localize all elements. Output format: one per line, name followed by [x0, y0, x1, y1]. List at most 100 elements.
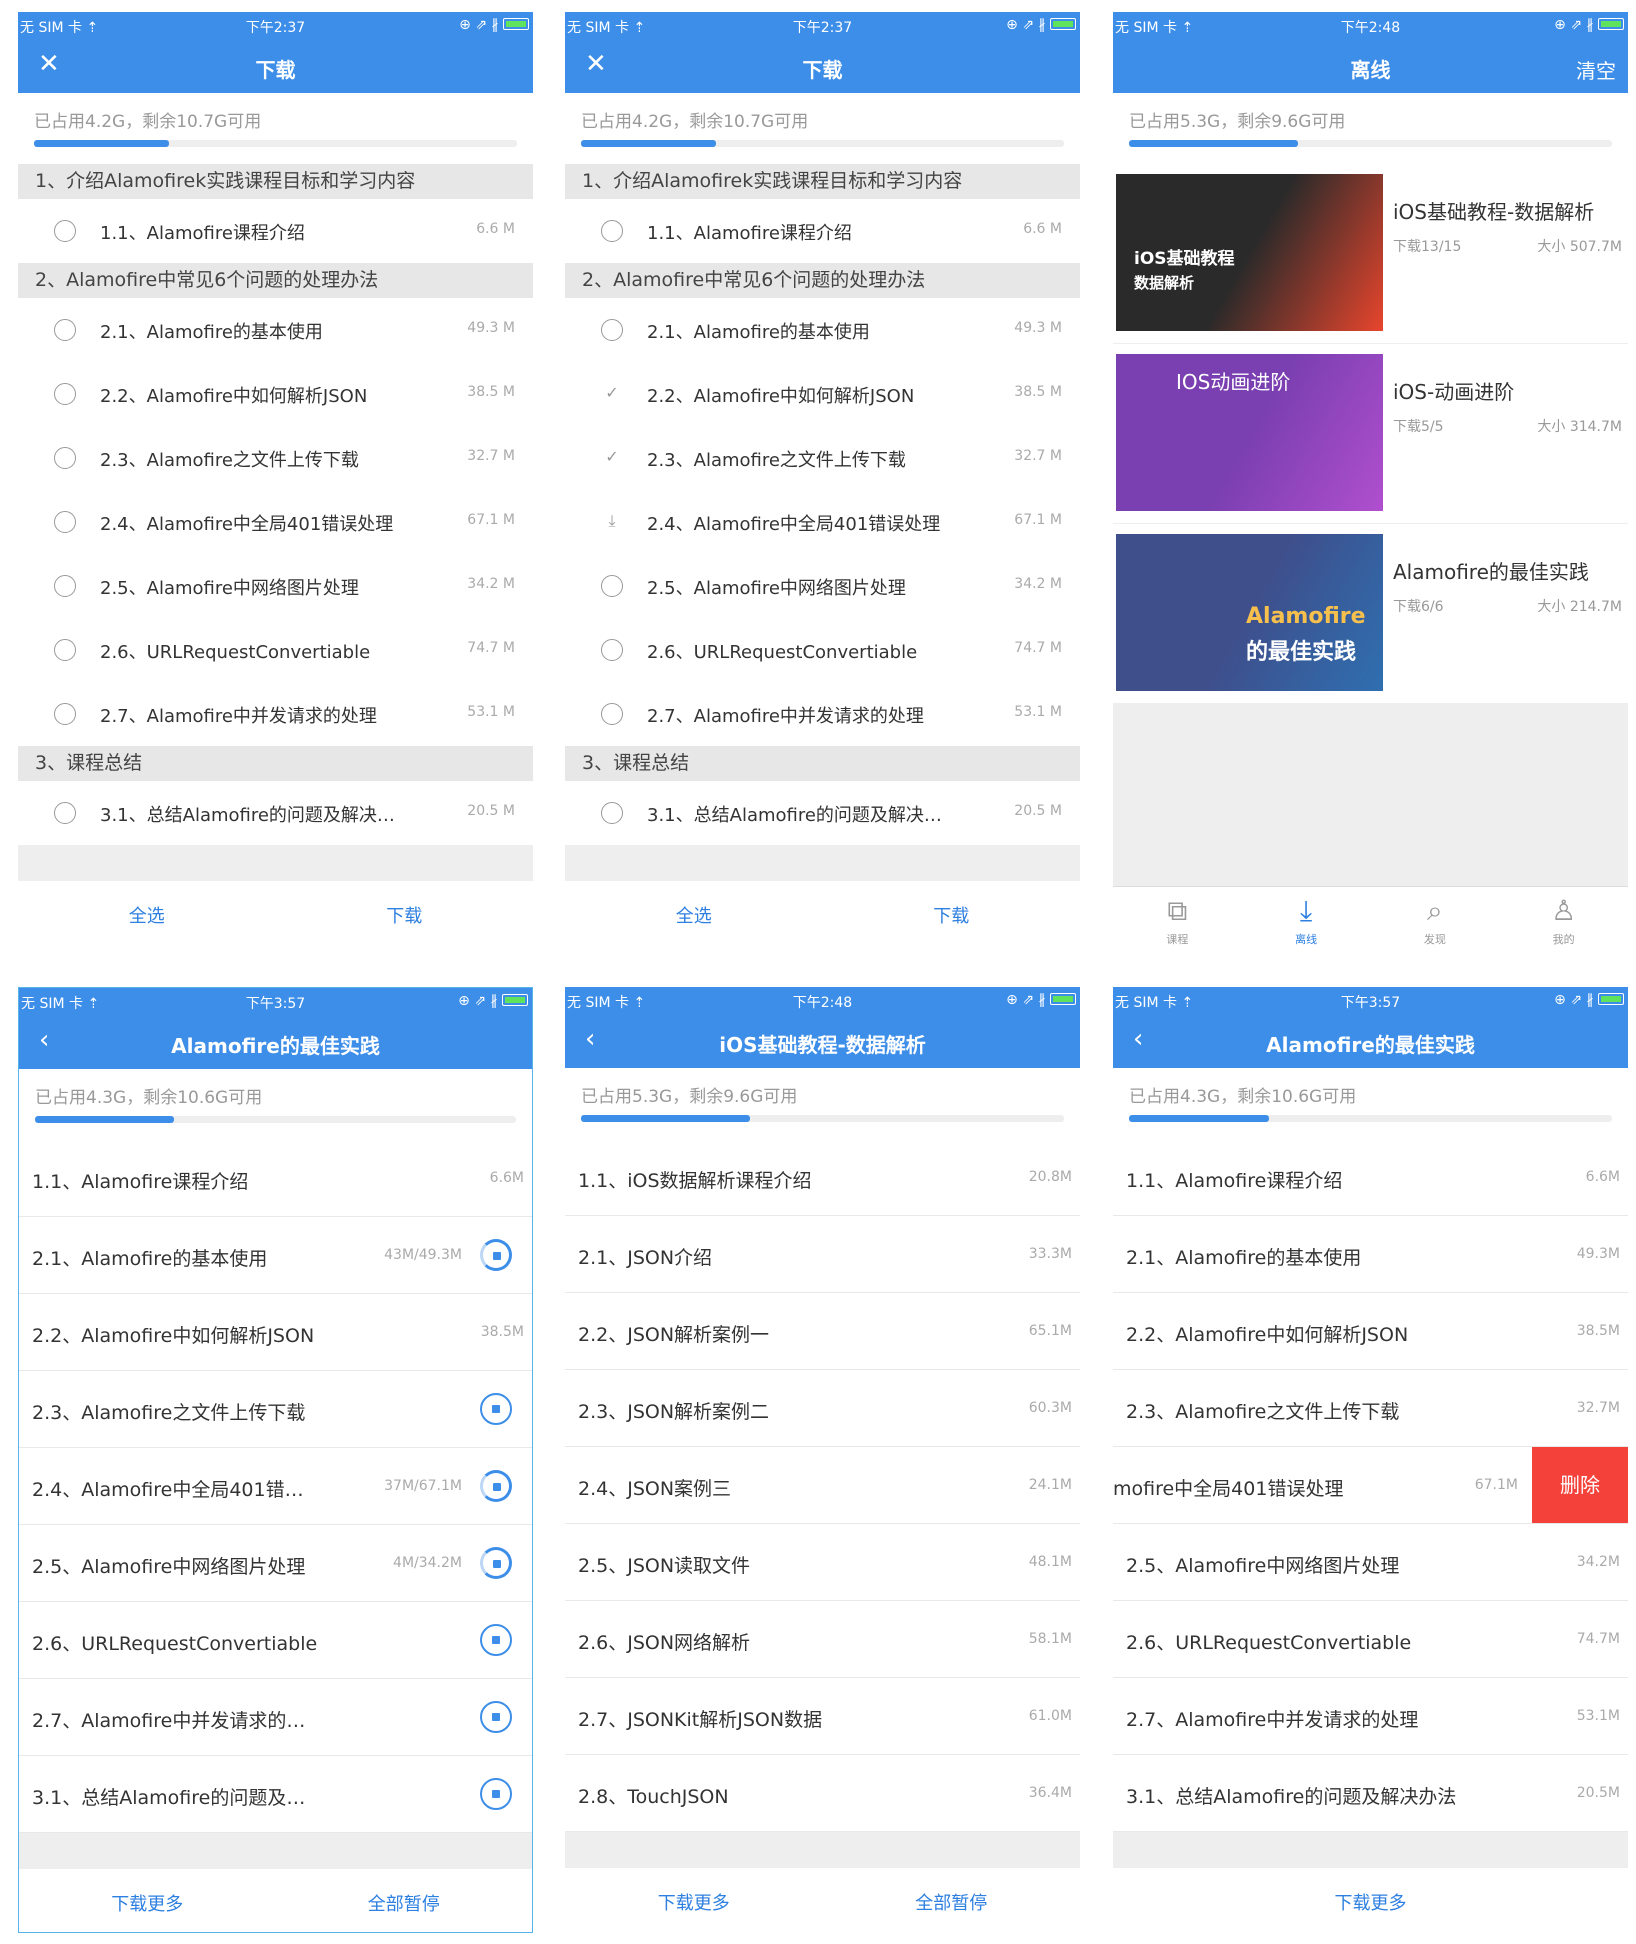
lesson-row[interactable]: 2.2、Alamofire中如何解析JSON 38.5 M: [18, 362, 533, 426]
tab-item[interactable]: ⤓ 离线: [1242, 887, 1371, 952]
lesson-row[interactable]: 2.1、JSON介绍 33.3M: [565, 1216, 1080, 1293]
status-icons: ⊕ ⇗ ∦: [1554, 17, 1624, 33]
lesson-row[interactable]: 2.7、Alamofire中并发请求的…: [19, 1679, 532, 1756]
tab-item[interactable]: ♙ 我的: [1499, 887, 1628, 952]
pause-all-button[interactable]: 全部暂停: [915, 1889, 987, 1915]
select-circle-icon[interactable]: [54, 447, 76, 469]
select-circle-icon[interactable]: [54, 575, 76, 597]
select-circle-icon[interactable]: [601, 575, 623, 597]
select-circle-icon[interactable]: [54, 511, 76, 533]
select-circle-icon[interactable]: [54, 802, 76, 824]
lesson-row[interactable]: 3.1、总结Alamofire的问题及解决… 20.5 M: [18, 781, 533, 845]
lesson-row[interactable]: 2.1、Alamofire的基本使用 43M/49.3M: [19, 1217, 532, 1294]
lesson-size: 38.5M: [480, 1324, 524, 1340]
lesson-size: 20.5M: [1576, 1785, 1620, 1801]
lesson-row[interactable]: 2.4、JSON案例三 24.1M: [565, 1447, 1080, 1524]
close-icon[interactable]: ✕: [585, 50, 607, 78]
lesson-row[interactable]: mofire中全局401错误处理 67.1M 删除: [1113, 1447, 1628, 1524]
lesson-row[interactable]: 2.8、TouchJSON 36.4M: [565, 1755, 1080, 1832]
select-all-button[interactable]: 全选: [129, 902, 165, 928]
lesson-row[interactable]: 1.1、Alamofire课程介绍 6.6 M: [18, 199, 533, 263]
status-time: 下午2:37: [245, 20, 306, 36]
lesson-row[interactable]: 2.5、JSON读取文件 48.1M: [565, 1524, 1080, 1601]
lesson-row[interactable]: 2.3、Alamofire之文件上传下载 32.7 M: [18, 426, 533, 490]
lesson-row[interactable]: 1.1、Alamofire课程介绍 6.6M: [19, 1140, 532, 1217]
select-circle-icon[interactable]: [54, 319, 76, 341]
lesson-row[interactable]: 2.3、Alamofire之文件上传下载: [19, 1371, 532, 1448]
lesson-row[interactable]: 1.1、Alamofire课程介绍 6.6 M: [565, 199, 1080, 263]
lesson-row[interactable]: 2.7、Alamofire中并发请求的处理 53.1M: [1113, 1678, 1628, 1755]
lesson-row[interactable]: 2.7、JSONKit解析JSON数据 61.0M: [565, 1678, 1080, 1755]
select-circle-icon[interactable]: [601, 639, 623, 661]
lesson-row[interactable]: 2.2、Alamofire中如何解析JSON 38.5M: [1113, 1293, 1628, 1370]
lesson-row[interactable]: 2.1、Alamofire的基本使用 49.3 M: [18, 298, 533, 362]
lesson-row[interactable]: 2.2、Alamofire中如何解析JSON 38.5M: [19, 1294, 532, 1371]
download-more-button[interactable]: 下载更多: [1335, 1889, 1407, 1915]
stop-download-icon[interactable]: [480, 1547, 512, 1579]
lesson-row[interactable]: 2.7、Alamofire中并发请求的处理 53.1 M: [18, 682, 533, 746]
lesson-title: 2.7、Alamofire中并发请求的处理: [1126, 1709, 1419, 1731]
downloading-arrow-icon[interactable]: ⤓: [601, 511, 623, 533]
lesson-row[interactable]: 2.1、Alamofire的基本使用 49.3 M: [565, 298, 1080, 362]
course-card[interactable]: Alamofire 的最佳实践 Alamofire的最佳实践 下载6/6 大小 214.…: [1113, 524, 1628, 704]
back-chevron-icon[interactable]: ‹: [585, 1025, 595, 1053]
lesson-row[interactable]: 2.6、URLRequestConvertiable 74.7M: [1113, 1601, 1628, 1678]
clear-button[interactable]: 清空: [1576, 55, 1616, 84]
nav-bar: 无 SIM 卡 ⇡ 下午3:57 ⊕ ⇗ ∦ ‹ Alamofire的最佳实践: [1113, 987, 1628, 1068]
tab-item[interactable]: ⧉ 课程: [1113, 887, 1242, 952]
stop-download-icon[interactable]: [480, 1470, 512, 1502]
stop-download-icon[interactable]: [480, 1393, 512, 1425]
download-more-button[interactable]: 下载更多: [658, 1889, 730, 1915]
lesson-row[interactable]: 2.5、Alamofire中网络图片处理 34.2M: [1113, 1524, 1628, 1601]
lesson-row[interactable]: 2.4、Alamofire中全局401错误处理 67.1 M: [18, 490, 533, 554]
stop-download-icon[interactable]: [480, 1701, 512, 1733]
back-chevron-icon[interactable]: ‹: [1133, 1025, 1143, 1053]
lesson-row[interactable]: 1.1、Alamofire课程介绍 6.6M: [1113, 1139, 1628, 1216]
lesson-row[interactable]: 2.3、Alamofire之文件上传下载 32.7M: [1113, 1370, 1628, 1447]
close-icon[interactable]: ✕: [38, 50, 60, 78]
download-button[interactable]: 下载: [933, 902, 969, 928]
lesson-row[interactable]: 2.6、URLRequestConvertiable: [19, 1602, 532, 1679]
pause-all-button[interactable]: 全部暂停: [368, 1890, 440, 1916]
checkmark-icon[interactable]: ✓: [601, 383, 623, 405]
lesson-title: 2.6、JSON网络解析: [578, 1632, 751, 1654]
back-chevron-icon[interactable]: ‹: [39, 1026, 49, 1054]
lesson-row[interactable]: ⤓ 2.4、Alamofire中全局401错误处理 67.1 M: [565, 490, 1080, 554]
lesson-row[interactable]: 2.6、JSON网络解析 58.1M: [565, 1601, 1080, 1678]
select-circle-icon[interactable]: [601, 220, 623, 242]
stop-download-icon[interactable]: [480, 1239, 512, 1271]
lesson-row[interactable]: 2.4、Alamofire中全局401错… 37M/67.1M: [19, 1448, 532, 1525]
tab-item[interactable]: ⌕ 发现: [1371, 887, 1500, 952]
select-circle-icon[interactable]: [601, 703, 623, 725]
lesson-row[interactable]: 2.5、Alamofire中网络图片处理 34.2 M: [18, 554, 533, 618]
delete-button[interactable]: 删除: [1532, 1447, 1628, 1523]
select-all-button[interactable]: 全选: [676, 902, 712, 928]
lesson-row[interactable]: 2.1、Alamofire的基本使用 49.3M: [1113, 1216, 1628, 1293]
lesson-row[interactable]: 2.5、Alamofire中网络图片处理 4M/34.2M: [19, 1525, 532, 1602]
lesson-row[interactable]: 1.1、iOS数据解析课程介绍 20.8M: [565, 1139, 1080, 1216]
download-more-button[interactable]: 下载更多: [111, 1890, 183, 1916]
lesson-row[interactable]: 3.1、总结Alamofire的问题及解决办法 20.5M: [1113, 1755, 1628, 1832]
lesson-row[interactable]: 2.6、URLRequestConvertiable 74.7 M: [18, 618, 533, 682]
select-circle-icon[interactable]: [601, 802, 623, 824]
course-card[interactable]: iOS基础教程 数据解析 iOS基础教程-数据解析 下载13/15 大小 507.7M: [1113, 164, 1628, 344]
lesson-row[interactable]: 2.6、URLRequestConvertiable 74.7 M: [565, 618, 1080, 682]
lesson-row[interactable]: 3.1、总结Alamofire的问题及…: [19, 1756, 532, 1833]
select-circle-icon[interactable]: [54, 703, 76, 725]
stop-download-icon[interactable]: [480, 1778, 512, 1810]
select-circle-icon[interactable]: [54, 220, 76, 242]
select-circle-icon[interactable]: [601, 319, 623, 341]
lesson-row[interactable]: 2.2、JSON解析案例一 65.1M: [565, 1293, 1080, 1370]
lesson-row[interactable]: 2.5、Alamofire中网络图片处理 34.2 M: [565, 554, 1080, 618]
lesson-row[interactable]: 3.1、总结Alamofire的问题及解决… 20.5 M: [565, 781, 1080, 845]
checkmark-icon[interactable]: ✓: [601, 447, 623, 469]
lesson-row[interactable]: 2.7、Alamofire中并发请求的处理 53.1 M: [565, 682, 1080, 746]
download-button[interactable]: 下载: [386, 902, 422, 928]
lesson-row[interactable]: ✓ 2.2、Alamofire中如何解析JSON 38.5 M: [565, 362, 1080, 426]
lesson-row[interactable]: 2.3、JSON解析案例二 60.3M: [565, 1370, 1080, 1447]
select-circle-icon[interactable]: [54, 639, 76, 661]
course-card[interactable]: IOS动画进阶 iOS-动画进阶 下载5/5 大小 314.7M: [1113, 344, 1628, 524]
select-circle-icon[interactable]: [54, 383, 76, 405]
stop-download-icon[interactable]: [480, 1624, 512, 1656]
lesson-row[interactable]: ✓ 2.3、Alamofire之文件上传下载 32.7 M: [565, 426, 1080, 490]
